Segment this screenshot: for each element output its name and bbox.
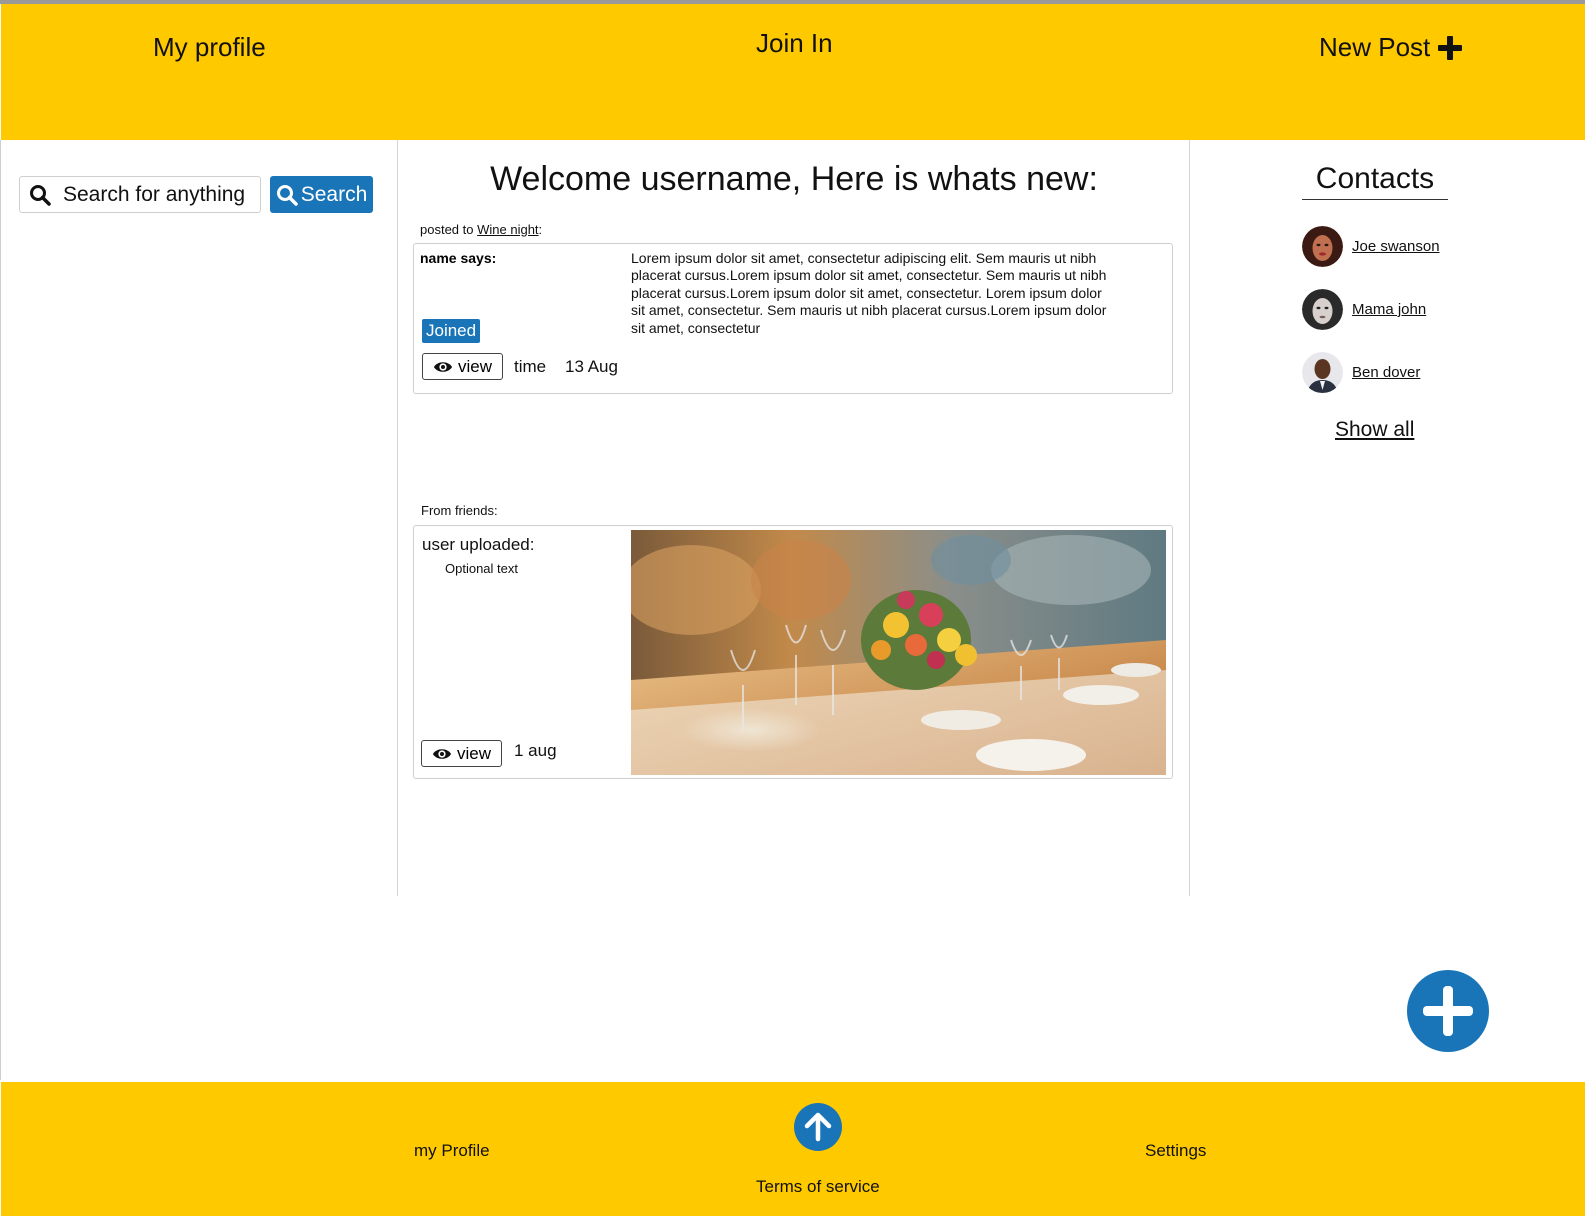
new-post-label: New Post [1319, 32, 1431, 62]
new-post-button[interactable]: New Post [1319, 32, 1464, 63]
posted-to-prefix: posted to [420, 222, 474, 237]
arrow-up-icon [804, 1112, 832, 1142]
from-friends-label: From friends: [421, 503, 498, 518]
group-link-wine-night[interactable]: Wine night [477, 222, 538, 237]
post-card: name says: Joined Lorem ipsum dolor sit … [413, 243, 1173, 394]
search-button-label: Search [300, 182, 368, 206]
plus-icon [1423, 986, 1473, 1036]
upload-date: 1 aug [514, 741, 557, 760]
view-upload-button[interactable]: view [421, 740, 502, 767]
search-input[interactable] [63, 182, 253, 207]
post-author: name says: [420, 250, 497, 266]
post-time-label: time [514, 357, 547, 376]
footer-bar: my Profile Terms of service Settings [1, 1082, 1585, 1216]
eye-icon [433, 361, 453, 372]
view-label: view [457, 356, 492, 376]
contact-name: Mama john [1352, 301, 1427, 318]
contact-item[interactable]: Joe swanson [1302, 226, 1440, 267]
avatar [1302, 226, 1343, 267]
avatar [1302, 289, 1343, 330]
contacts-title: Contacts [1302, 162, 1448, 200]
show-all-contacts-link[interactable]: Show all [1335, 418, 1414, 442]
search-icon [276, 184, 298, 206]
upload-title: user uploaded: [422, 535, 535, 554]
posted-to-label: posted to Wine night: [420, 222, 542, 237]
upload-card: user uploaded: Optional text view 1 aug [413, 525, 1173, 779]
search-button[interactable]: Search [270, 176, 373, 213]
uploaded-photo-dinner-table [631, 530, 1166, 775]
header-bar: My profile Join In New Post [1, 4, 1585, 140]
post-date: 13 Aug [565, 357, 618, 376]
eye-icon [432, 748, 452, 759]
column-divider-left [397, 140, 398, 896]
welcome-heading: Welcome username, Here is whats new: [490, 160, 1098, 198]
upload-optional-text: Optional text [445, 561, 518, 576]
scroll-to-top-button[interactable] [794, 1103, 842, 1151]
view-post-button[interactable]: view [422, 353, 503, 380]
posted-to-suffix: : [538, 222, 543, 237]
left-border [0, 140, 1, 1080]
add-floating-button[interactable] [1407, 970, 1489, 1052]
contact-name: Ben dover [1352, 364, 1421, 381]
view-label: view [456, 743, 491, 763]
post-body: Lorem ipsum dolor sit amet, consectetur … [631, 250, 1107, 336]
plus-icon [1438, 35, 1463, 60]
footer-my-profile-link[interactable]: my Profile [414, 1141, 490, 1161]
avatar [1302, 352, 1343, 393]
contact-item[interactable]: Ben dover [1302, 352, 1420, 393]
nav-my-profile[interactable]: My profile [153, 32, 266, 63]
contact-item[interactable]: Mama john [1302, 289, 1426, 330]
nav-join-in[interactable]: Join In [756, 28, 833, 59]
contact-name: Joe swanson [1352, 238, 1440, 255]
search-icon [30, 184, 51, 206]
search-field[interactable] [19, 176, 261, 213]
footer-settings-link[interactable]: Settings [1145, 1141, 1206, 1161]
footer-terms-link[interactable]: Terms of service [756, 1177, 880, 1197]
column-divider-right [1189, 140, 1190, 896]
joined-badge: Joined [422, 319, 481, 343]
